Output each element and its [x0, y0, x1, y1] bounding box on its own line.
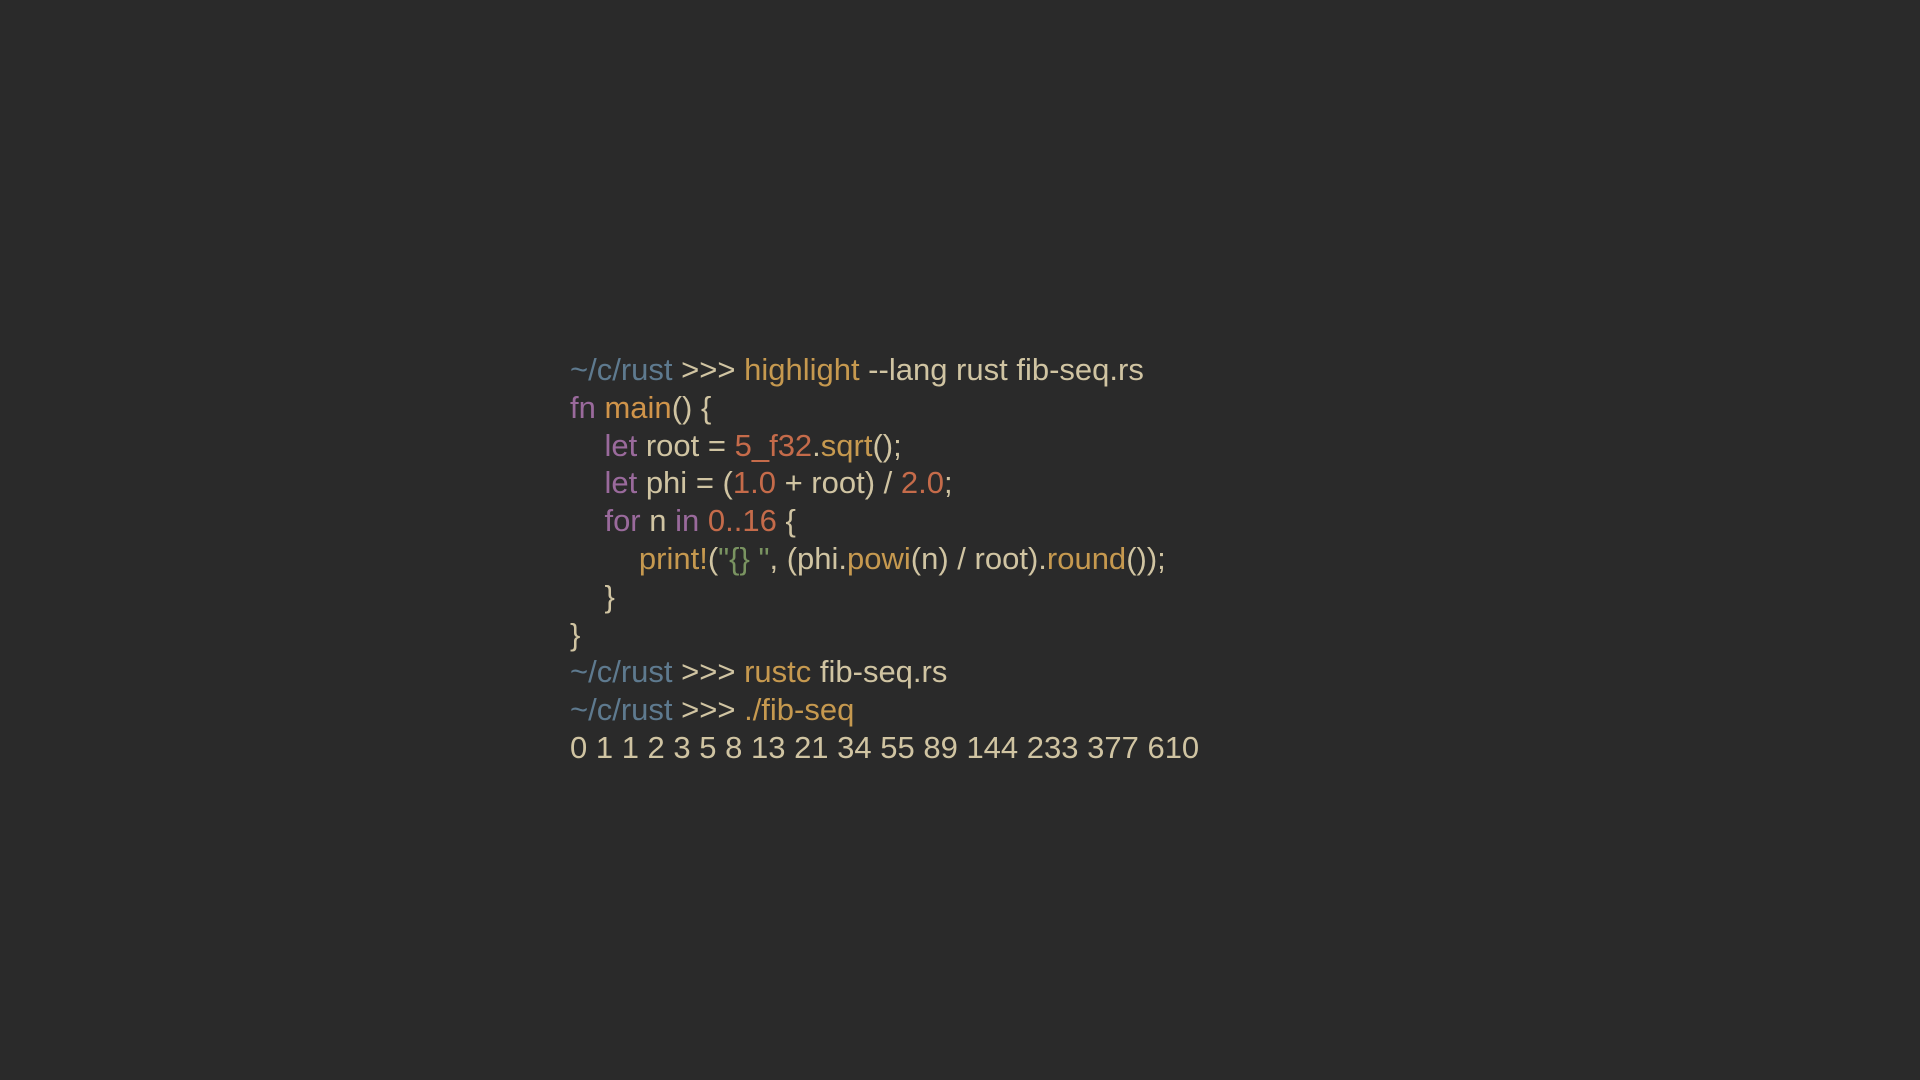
expr-plus-root: + root) / [776, 465, 901, 500]
terminal-output: ~/c/rust >>> highlight --lang rust fib-s… [570, 313, 1350, 767]
prompt-sep: >>> [681, 692, 735, 727]
op-dot: . [812, 428, 821, 463]
op-eq: = [696, 465, 714, 500]
cmd-highlight: highlight [744, 352, 859, 387]
kw-in: in [675, 503, 699, 538]
kw-let: let [604, 465, 637, 500]
punct-tail: (); [872, 428, 901, 463]
string-fmt: "{} " [718, 541, 769, 576]
punct-brace-close: } [570, 617, 580, 652]
program-output: 0 1 1 2 3 5 8 13 21 34 55 89 144 233 377… [570, 730, 1199, 765]
fn-name-main: main [604, 390, 671, 425]
punct-brace-open: { [692, 390, 711, 425]
expr-mid1: , (phi. [770, 541, 848, 576]
expr-mid2: (n) / root). [911, 541, 1047, 576]
method-round: round [1047, 541, 1126, 576]
cmd-highlight-args: --lang rust fib-seq.rs [860, 352, 1144, 387]
indent [570, 428, 604, 463]
prompt-sep: >>> [681, 352, 735, 387]
ident-root: root [637, 428, 708, 463]
macro-print: print! [639, 541, 708, 576]
punct-parens: () [672, 390, 693, 425]
op-eq: = [708, 428, 726, 463]
method-sqrt: sqrt [821, 428, 873, 463]
indent-2 [570, 541, 639, 576]
literal-1_0: 1.0 [733, 465, 776, 500]
prompt-path: ~/c/rust [570, 692, 673, 727]
ident-n: n [641, 503, 675, 538]
punct-brace-close: } [570, 579, 615, 614]
method-powi: powi [847, 541, 911, 576]
prompt-path: ~/c/rust [570, 654, 673, 689]
ident-phi: phi [637, 465, 696, 500]
space [726, 428, 735, 463]
punct-open: ( [708, 541, 718, 576]
punct-tail: ()); [1126, 541, 1166, 576]
indent [570, 503, 604, 538]
literal-5f32: 5_f32 [735, 428, 813, 463]
punct-brace-open: { [777, 503, 796, 538]
cmd-rustc-args: fib-seq.rs [811, 654, 947, 689]
indent [570, 465, 604, 500]
kw-let: let [604, 428, 637, 463]
prompt-sep: >>> [681, 654, 735, 689]
punct-semi: ; [944, 465, 953, 500]
range-0-16: 0..16 [708, 503, 777, 538]
kw-for: for [604, 503, 640, 538]
punct-open: ( [714, 465, 733, 500]
kw-fn: fn [570, 390, 596, 425]
space [699, 503, 708, 538]
cmd-run: ./fib-seq [744, 692, 854, 727]
prompt-path: ~/c/rust [570, 352, 673, 387]
literal-2_0: 2.0 [901, 465, 944, 500]
cmd-rustc: rustc [744, 654, 811, 689]
